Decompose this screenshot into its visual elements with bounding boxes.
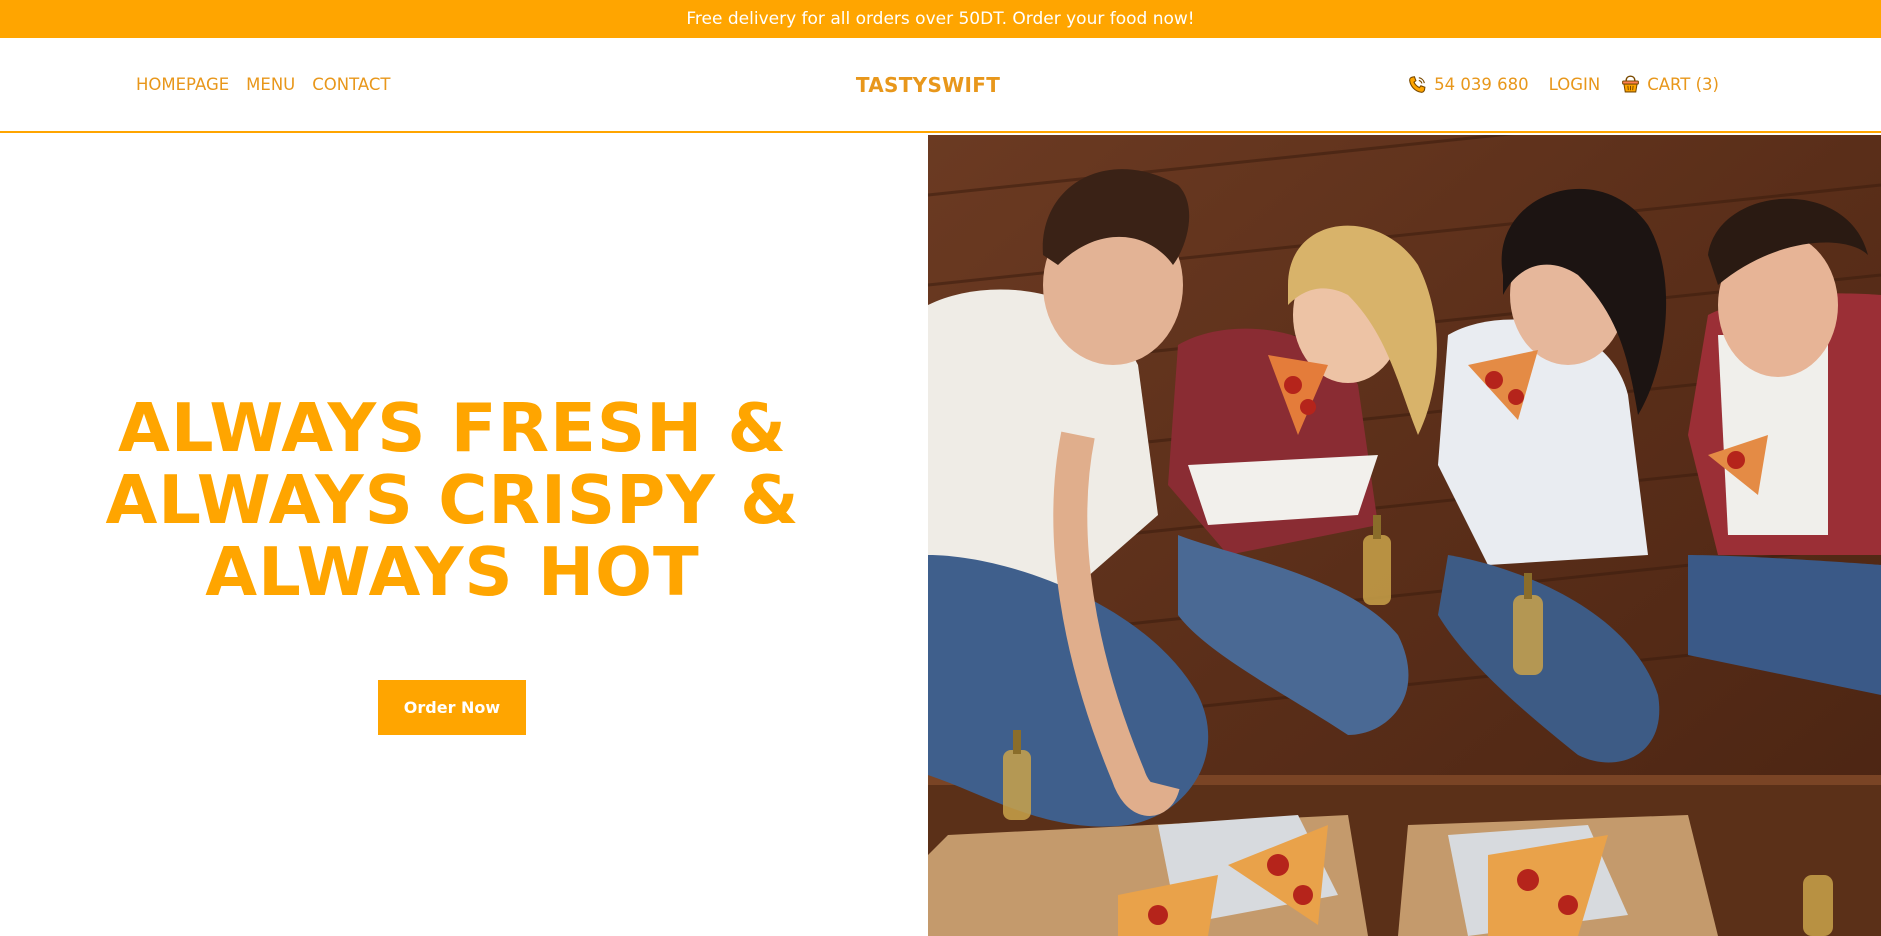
nav-link-homepage[interactable]: HOMEPAGE — [136, 75, 229, 94]
basket-icon — [1620, 74, 1641, 95]
hero-headline: ALWAYS FRESH & ALWAYS CRISPY & ALWAYS HO… — [0, 392, 905, 608]
hero-photo — [928, 135, 1881, 936]
phone-icon — [1406, 74, 1428, 96]
nav-actions: 54 039 680 LOGIN CART (3) — [1406, 38, 1719, 131]
headline-line-3: ALWAYS HOT — [205, 533, 700, 611]
cart-link[interactable]: CART (3) — [1620, 74, 1719, 95]
login-link[interactable]: LOGIN — [1549, 75, 1601, 94]
cart-label: CART (3) — [1647, 75, 1719, 94]
promo-banner: Free delivery for all orders over 50DT. … — [0, 0, 1881, 38]
headline-line-1: ALWAYS FRESH & — [118, 389, 787, 467]
hero-photo-illustration — [928, 135, 1881, 936]
phone-number: 54 039 680 — [1434, 75, 1529, 94]
nav-link-menu[interactable]: MENU — [246, 75, 295, 94]
nav-links: HOMEPAGE MENU CONTACT — [136, 38, 391, 131]
nav-link-contact[interactable]: CONTACT — [312, 75, 390, 94]
main-navbar: HOMEPAGE MENU CONTACT TASTYSWIFT 54 039 … — [0, 38, 1881, 133]
hero-text-panel: ALWAYS FRESH & ALWAYS CRISPY & ALWAYS HO… — [0, 135, 928, 936]
order-now-button[interactable]: Order Now — [378, 680, 526, 735]
phone-contact[interactable]: 54 039 680 — [1406, 74, 1529, 96]
promo-text: Free delivery for all orders over 50DT. … — [686, 9, 1195, 29]
headline-line-2: ALWAYS CRISPY & — [105, 461, 800, 539]
